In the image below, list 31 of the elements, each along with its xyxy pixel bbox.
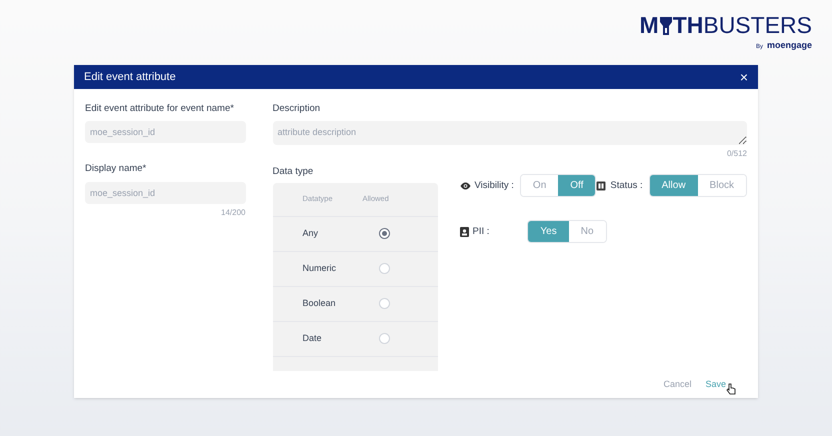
- brand-name: moengage: [766, 39, 812, 52]
- field-label: Data type: [272, 165, 314, 180]
- field-label: Status :: [610, 178, 643, 193]
- toggle-option[interactable]: Yes: [528, 221, 569, 242]
- character-counter: 0/512: [726, 148, 747, 160]
- field-label: PII :: [472, 224, 490, 239]
- input-field[interactable]: moe_session_id: [85, 121, 246, 144]
- badge-icon: [460, 226, 468, 238]
- character-counter: 14/200: [221, 206, 246, 219]
- description-field[interactable]: attribute description: [272, 121, 747, 146]
- table-cell-text: Boolean: [302, 296, 337, 310]
- brand-logo: M THBUSTERS: [640, 14, 812, 37]
- field-label: Edit event attribute for event name*: [85, 102, 235, 116]
- cancel-button[interactable]: Cancel: [663, 378, 692, 392]
- hand-cursor-icon: [726, 383, 736, 396]
- table-cell-text: Any: [302, 226, 320, 240]
- radio-button[interactable]: [378, 228, 390, 240]
- flashlight-icon: [658, 14, 673, 36]
- toggle-option[interactable]: Allow: [650, 175, 698, 196]
- input-field[interactable]: moe_session_id: [85, 182, 246, 204]
- dialog-title: Edit event attribute: [84, 70, 176, 85]
- field-label: Visibility :: [474, 178, 514, 193]
- close-button[interactable]: ×: [740, 70, 748, 84]
- field-label: Display name*: [85, 162, 148, 176]
- table-cell-text: Date: [302, 332, 323, 345]
- eye-icon: [460, 182, 470, 190]
- status-icon: [596, 180, 606, 191]
- toggle-option[interactable]: Off: [558, 175, 596, 196]
- table-cell-text: Numeric: [302, 262, 338, 275]
- field-label: Description: [272, 102, 322, 116]
- save-button[interactable]: Save: [705, 378, 726, 392]
